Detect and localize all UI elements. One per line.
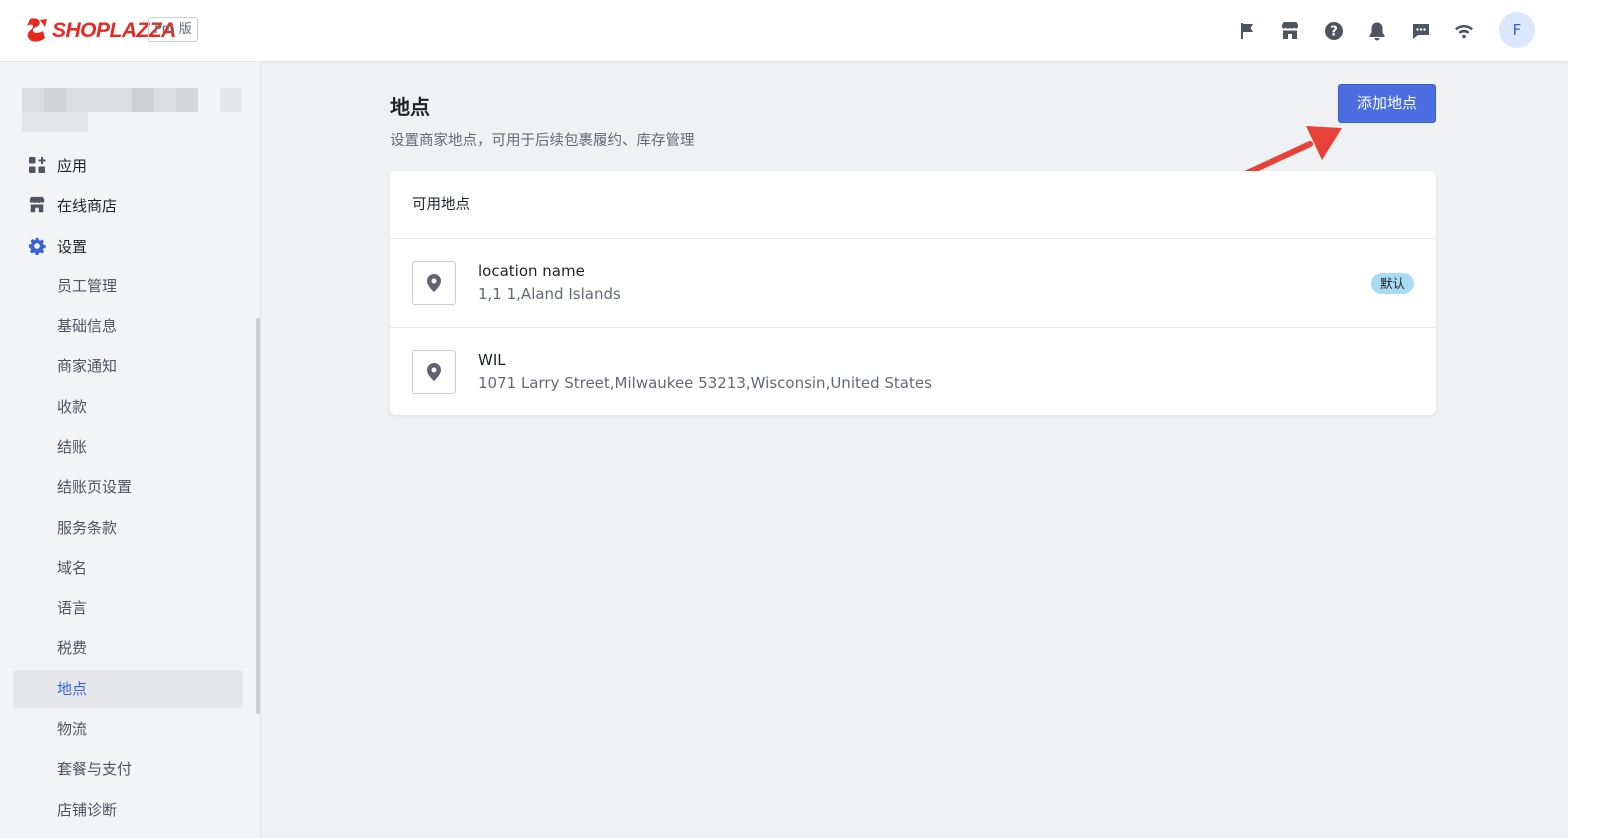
location-pin-icon — [412, 350, 456, 394]
location-name: WIL — [478, 351, 506, 369]
wifi-icon[interactable] — [1452, 19, 1476, 43]
sidebar-item-label: 应用 — [57, 156, 88, 175]
bell-icon[interactable] — [1365, 19, 1389, 43]
sidebar-item-plans-billing[interactable]: 套餐与支付 — [13, 750, 243, 788]
message-icon[interactable] — [1409, 19, 1433, 43]
sidebar-item-settings[interactable]: 设置 — [28, 235, 87, 257]
page-title: 地点 — [390, 95, 430, 119]
location-row[interactable]: location name 1,1 1,Aland Islands 默认 — [390, 239, 1436, 327]
card-title: 可用地点 — [390, 171, 1436, 239]
user-avatar[interactable]: F — [1499, 12, 1535, 48]
location-pin-icon — [412, 261, 456, 305]
sidebar-item-payments[interactable]: 收款 — [13, 388, 243, 426]
sidebar-item-store-diagnosis[interactable]: 店铺诊断 — [13, 791, 243, 829]
sidebar-item-shipping[interactable]: 物流 — [13, 710, 243, 748]
sidebar-item-apps[interactable]: 应用 — [28, 154, 87, 176]
add-location-button[interactable]: 添加地点 — [1338, 84, 1436, 123]
sidebar-scrollbar[interactable] — [256, 318, 260, 714]
sidebar-item-notifications[interactable]: 商家通知 — [13, 347, 243, 385]
sidebar-item-languages[interactable]: 语言 — [13, 589, 243, 627]
sidebar-item-label: 在线商店 — [57, 196, 118, 215]
gear-icon — [28, 237, 46, 255]
sidebar-item-online-store[interactable]: 在线商店 — [28, 194, 117, 216]
sidebar: 应用 在线商店 设置 员工管理 基础信息 商家通知 收款 结账 结账页设置 服务… — [0, 62, 261, 838]
sidebar-item-basic-info[interactable]: 基础信息 — [13, 307, 243, 345]
page-description: 设置商家地点，可用于后续包裹履约、库存管理 — [390, 133, 695, 149]
sidebar-item-checkout-page[interactable]: 结账页设置 — [13, 468, 243, 506]
app-window: SHOPLAZZA Pro 版 ? F 应用 在线商店 设置 员工管理 基础信息… — [0, 0, 1568, 838]
sidebar-item-locations[interactable]: 地点 — [13, 670, 243, 708]
sidebar-item-domains[interactable]: 域名 — [13, 549, 243, 587]
location-row[interactable]: WIL 1071 Larry Street,Milwaukee 53213,Wi… — [390, 327, 1436, 415]
location-name: location name — [478, 262, 585, 280]
svg-text:?: ? — [1330, 25, 1338, 40]
plan-badge: Pro 版 — [148, 17, 198, 42]
store-name-blurred[interactable] — [22, 88, 244, 138]
sidebar-item-checkout[interactable]: 结账 — [13, 428, 243, 466]
location-address: 1,1 1,Aland Islands — [478, 285, 621, 303]
shoplazza-logo-icon — [27, 18, 47, 42]
sidebar-item-label: 设置 — [57, 237, 88, 256]
locations-card: 可用地点 location name 1,1 1,Aland Islands 默… — [390, 171, 1436, 415]
flag-icon[interactable] — [1235, 19, 1259, 43]
sidebar-item-taxes[interactable]: 税费 — [13, 629, 243, 667]
help-icon[interactable]: ? — [1322, 19, 1346, 43]
sidebar-item-terms[interactable]: 服务条款 — [13, 509, 243, 547]
location-address: 1071 Larry Street,Milwaukee 53213,Wiscon… — [478, 374, 932, 392]
sidebar-item-staff[interactable]: 员工管理 — [13, 267, 243, 305]
apps-icon — [29, 157, 46, 173]
store-icon[interactable] — [1278, 19, 1302, 43]
default-badge: 默认 — [1370, 273, 1414, 294]
store-icon — [29, 196, 45, 213]
top-bar: SHOPLAZZA Pro 版 ? F — [0, 0, 1568, 62]
